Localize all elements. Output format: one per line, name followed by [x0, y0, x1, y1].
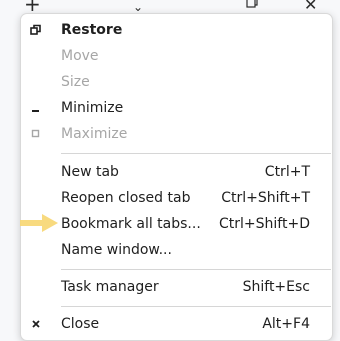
menu-item-shortcut: Ctrl+Shift+T	[221, 190, 310, 206]
minimize-icon	[32, 110, 39, 112]
menu-item-minimize[interactable]: Minimize	[21, 96, 332, 122]
menu-item-bookmark-all-tabs[interactable]: Bookmark all tabs... Ctrl+Shift+D	[21, 212, 332, 238]
menu-item-label: Close	[61, 316, 100, 332]
menu-item-label: Reopen closed tab	[61, 190, 191, 206]
menu-separator	[61, 306, 331, 307]
menu-item-label: Bookmark all tabs...	[61, 216, 201, 232]
plus-icon[interactable]: +	[24, 0, 41, 14]
menu-item-label: Minimize	[61, 100, 124, 116]
menu-item-maximize: Maximize	[21, 122, 332, 148]
menu-item-task-manager[interactable]: Task manager Shift+Esc	[21, 275, 332, 301]
menu-item-close[interactable]: Close Alt+F4	[21, 312, 332, 338]
menu-item-shortcut: Shift+Esc	[242, 279, 310, 295]
menu-item-restore[interactable]: Restore	[21, 18, 332, 44]
menu-item-label: Restore	[61, 22, 123, 38]
restore-icon	[30, 24, 41, 35]
menu-item-label: Move	[61, 48, 99, 64]
menu-separator	[61, 269, 331, 270]
menu-item-label: Maximize	[61, 126, 128, 142]
menu-item-size: Size	[21, 70, 332, 96]
maximize-icon	[31, 129, 40, 138]
menu-item-shortcut: Alt+F4	[262, 316, 310, 332]
highlight-arrow-icon	[20, 214, 58, 232]
close-icon[interactable]: ✕	[304, 0, 317, 13]
menu-item-shortcut: Ctrl+T	[264, 164, 310, 180]
menu-item-shortcut: Ctrl+Shift+D	[219, 216, 310, 232]
menu-item-label: New tab	[61, 164, 119, 180]
menu-item-label: Task manager	[61, 279, 159, 295]
restore-window-icon[interactable]	[246, 0, 258, 8]
close-icon	[32, 320, 40, 328]
window-context-menu: Restore Move Size Minimize Maximize New …	[20, 13, 333, 341]
menu-item-reopen-closed-tab[interactable]: Reopen closed tab Ctrl+Shift+T	[21, 186, 332, 212]
menu-item-label: Size	[61, 74, 90, 90]
menu-separator	[61, 153, 331, 154]
menu-item-name-window[interactable]: Name window...	[21, 238, 332, 264]
menu-item-label: Name window...	[61, 242, 172, 258]
menu-item-new-tab[interactable]: New tab Ctrl+T	[21, 160, 332, 186]
menu-item-move: Move	[21, 44, 332, 70]
